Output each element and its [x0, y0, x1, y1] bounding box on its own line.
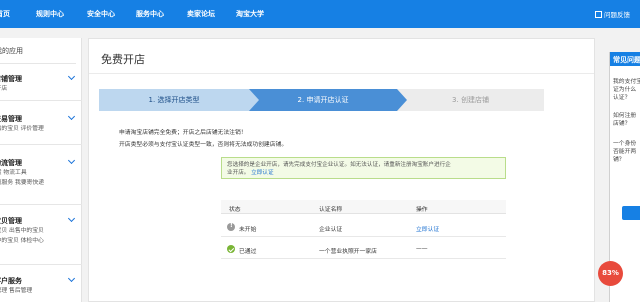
- table-row: 未开始 企业认证 立即认证: [221, 217, 506, 237]
- nav-service-center[interactable]: 服务中心: [136, 9, 164, 19]
- nav-rules-center[interactable]: 规则中心: [36, 9, 64, 19]
- sidebar-group-head[interactable]: 宝贝管理: [0, 214, 82, 226]
- column-header: 操作: [416, 207, 428, 213]
- faq-title: 常见问题: [610, 52, 640, 66]
- column-header: 认证名称: [319, 207, 343, 213]
- top-navigation-bar: 首页 规则中心 安全中心 服务中心 卖家论坛 淘宝大学 问题反馈: [0, 0, 640, 28]
- certification-name: 一个营业执照开一家店: [319, 249, 377, 255]
- chevron-down-icon[interactable]: [67, 274, 76, 283]
- table-row: 已通过 一个营业执照开一家店 ——: [221, 239, 506, 259]
- divider: [0, 204, 82, 205]
- action-text: ——: [416, 246, 428, 252]
- page-title: 免费开店: [101, 53, 145, 66]
- edit-icon: [595, 11, 602, 18]
- step-create-shop: 3. 创建店铺: [397, 89, 544, 111]
- verify-now-link[interactable]: 立即认证: [416, 224, 439, 233]
- sidebar-title: 我的应用: [0, 46, 76, 64]
- sidebar-links[interactable]: 退款管理 售后管理: [0, 286, 82, 296]
- info-text: 业开店。: [227, 170, 250, 176]
- main-panel: 免费开店 1. 选择开店类型 2. 申请开店认证 3. 创建店铺 申请淘宝店铺完…: [88, 38, 595, 302]
- feedback-link[interactable]: 问题反馈: [595, 9, 630, 19]
- certification-name: 企业认证: [319, 227, 343, 233]
- chevron-down-icon[interactable]: [67, 72, 76, 81]
- step-select-type: 1. 选择开店类型: [99, 89, 249, 111]
- chevron-down-icon[interactable]: [67, 156, 76, 165]
- progress-steps: 1. 选择开店类型 2. 申请开店认证 3. 创建店铺: [99, 89, 544, 111]
- faq-question[interactable]: 否能开两: [613, 148, 640, 156]
- chevron-down-icon[interactable]: [67, 112, 76, 121]
- feedback-label: 问题反馈: [604, 11, 630, 19]
- status-text: 已通过: [239, 249, 257, 255]
- verify-now-link[interactable]: 立即认证: [251, 170, 273, 176]
- divider: [89, 73, 594, 74]
- faq-question[interactable]: 铺？: [613, 156, 640, 164]
- faq-question[interactable]: 如何注册: [613, 112, 640, 120]
- sidebar-group-items: 宝贝管理 发布宝贝 出售中的宝贝 仓库中的宝贝 体检中心: [0, 214, 82, 246]
- sidebar-group-logistics: 物流管理 发货 物流工具 物流服务 我要寄快递: [0, 156, 82, 188]
- faq-question[interactable]: 认证？: [613, 94, 640, 102]
- sidebar-group-shop: 店铺管理 我要开店: [0, 72, 82, 94]
- sidebar-links[interactable]: 发布宝贝 出售中的宝贝: [0, 226, 82, 236]
- sidebar-links[interactable]: 已卖出的宝贝 评价管理: [0, 124, 82, 134]
- sidebar: 我的应用 店铺管理 我要开店 交易管理 已卖出的宝贝 评价管理 物流管理 发货 …: [0, 38, 82, 302]
- check-circle-icon: [227, 245, 235, 253]
- divider: [0, 144, 82, 145]
- progress-badge: 83%: [598, 261, 623, 286]
- sidebar-links[interactable]: 仓库中的宝贝 体检中心: [0, 236, 82, 246]
- sidebar-group-trade: 交易管理 已卖出的宝贝 评价管理: [0, 112, 82, 134]
- sidebar-group-title: 宝贝管理: [0, 217, 22, 225]
- divider: [0, 264, 82, 265]
- faq-more-button[interactable]: [622, 206, 640, 220]
- faq-question[interactable]: 我的支付宝: [613, 78, 640, 86]
- step-apply-certification: 2. 申请开店认证: [249, 89, 397, 111]
- notice-text: 开店类型必须与支付宝认证类型一致，否则将无法成功创建店铺。: [119, 142, 288, 148]
- sidebar-links[interactable]: 发货 物流工具: [0, 168, 82, 178]
- step-arrow: [249, 89, 259, 111]
- sidebar-group-title: 店铺管理: [0, 75, 22, 83]
- column-header: 状态: [229, 207, 241, 213]
- sidebar-group-title: 物流管理: [0, 159, 22, 167]
- nav-home[interactable]: 首页: [0, 9, 10, 19]
- sidebar-group-title: 交易管理: [0, 115, 22, 123]
- chevron-down-icon[interactable]: [67, 214, 76, 223]
- nav-taobao-university[interactable]: 淘宝大学: [236, 9, 264, 19]
- status-text: 未开始: [239, 227, 257, 233]
- sidebar-group-head[interactable]: 店铺管理: [0, 72, 82, 84]
- faq-question[interactable]: 一个身份: [613, 140, 640, 148]
- info-text: 您选择的是企业开店，请先完成支付宝企业认证。如无法认证，请重新注册淘宝账户进行企: [227, 162, 451, 168]
- notice-text: 申请淘宝店铺完全免费；开店之后店铺无法注销！: [119, 130, 247, 136]
- sidebar-group-head[interactable]: 物流管理: [0, 156, 82, 168]
- sidebar-group-title: 客户服务: [0, 277, 22, 285]
- sidebar-group-head[interactable]: 交易管理: [0, 112, 82, 124]
- sidebar-links[interactable]: 我要开店: [0, 84, 82, 94]
- sidebar-group-customer: 客户服务 退款管理 售后管理: [0, 274, 82, 296]
- pending-icon: [227, 222, 235, 231]
- table-header: 状态 认证名称 操作: [221, 200, 506, 214]
- faq-question[interactable]: 证为什么: [613, 86, 640, 94]
- nav-seller-forum[interactable]: 卖家论坛: [187, 9, 215, 19]
- sidebar-group-head[interactable]: 客户服务: [0, 274, 82, 286]
- divider: [0, 100, 82, 101]
- faq-question[interactable]: 店铺？: [613, 120, 640, 128]
- info-box: 您选择的是企业开店，请先完成支付宝企业认证。如无法认证，请重新注册淘宝账户进行企…: [221, 157, 506, 179]
- sidebar-links[interactable]: 物流服务 我要寄快递: [0, 178, 82, 188]
- nav-security-center[interactable]: 安全中心: [87, 9, 115, 19]
- step-arrow: [397, 89, 407, 111]
